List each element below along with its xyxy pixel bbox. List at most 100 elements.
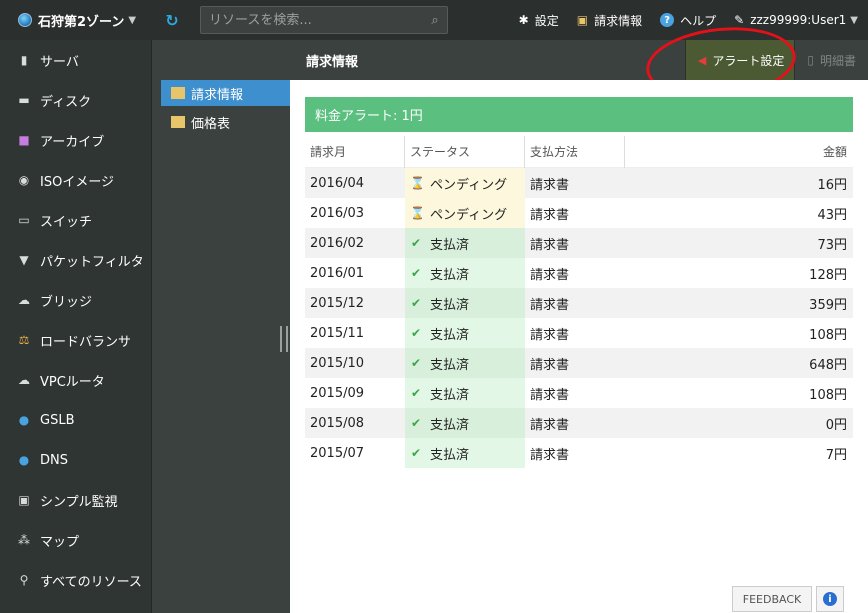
cell-method: 請求書: [530, 177, 570, 193]
search-icon[interactable]: ⌕: [423, 13, 447, 28]
caret-down-icon: ▼: [128, 14, 137, 26]
alert-settings-button[interactable]: ◀ アラート設定: [684, 40, 796, 80]
archive-icon: ■: [18, 133, 30, 147]
cell-month: 2015/11: [310, 325, 365, 341]
cell-method: 請求書: [530, 387, 570, 403]
fee-alert-banner: 料金アラート: 1円: [305, 97, 853, 132]
search-input[interactable]: [201, 7, 423, 33]
table-row[interactable]: 2015/08 ✔ 支払済 請求書 0円: [305, 408, 853, 438]
table-row[interactable]: 2015/10 ✔ 支払済 請求書 648円: [305, 348, 853, 378]
feedback-button[interactable]: FEEDBACK: [732, 586, 812, 612]
cell-method: 請求書: [530, 267, 570, 283]
sidebar-item-map[interactable]: ⁂ マップ: [0, 520, 151, 560]
table-row[interactable]: 2015/11 ✔ 支払済 請求書 108円: [305, 318, 853, 348]
sidebar-item-label: すべてのリソース: [40, 574, 142, 590]
sidebar-item-gslb[interactable]: ● GSLB: [0, 400, 151, 440]
status-label: 支払済: [430, 237, 470, 253]
billing-table: 請求月 ステータス 支払方法 金額 2016/04 ⌛ ペンディング 請求書 16円 20…: [305, 135, 853, 468]
billing-link[interactable]: ▣ 請求情報: [577, 12, 642, 29]
switch-icon: ▭: [18, 213, 30, 227]
sidebar-item-label: サーバ: [40, 54, 79, 70]
sidebar-item-label: スイッチ: [40, 214, 93, 230]
user-menu[interactable]: ✎ zzz99999:User1 ▼: [734, 13, 858, 27]
status-label: 支払済: [430, 387, 470, 403]
check-icon: ✔: [410, 446, 422, 460]
sidebar-item-packet-filter[interactable]: ▼ パケットフィルタ: [0, 240, 151, 280]
top-bar: 石狩第2ゾーン ▼ ↻ ⌕ ✱ 設定 ▣ 請求情報 ? ヘルプ ✎ zzz999…: [0, 0, 868, 40]
filter-icon: ▼: [19, 253, 29, 267]
help-link[interactable]: ? ヘルプ: [660, 12, 716, 29]
table-row[interactable]: 2015/12 ✔ 支払済 請求書 359円: [305, 288, 853, 318]
main-content: 料金アラート: 1円 請求月 ステータス 支払方法 金額 2016/04 ⌛ ペンデ…: [290, 80, 868, 613]
cell-amount: 7円: [825, 447, 847, 463]
cell-method: 請求書: [530, 237, 570, 253]
table-row[interactable]: 2016/03 ⌛ ペンディング 請求書 43円: [305, 198, 853, 228]
check-icon: ✔: [410, 326, 422, 340]
cell-amount: 128円: [809, 267, 847, 283]
statement-label: 明細書: [819, 53, 856, 68]
table-row[interactable]: 2016/02 ✔ 支払済 請求書 73円: [305, 228, 853, 258]
sidebar-item-bridge[interactable]: ☁ ブリッジ: [0, 280, 151, 320]
globe-icon: [18, 13, 32, 27]
table-row[interactable]: 2016/04 ⌛ ペンディング 請求書 16円: [305, 168, 853, 198]
sidebar-item-label: パケットフィルタ: [40, 254, 144, 270]
table-row[interactable]: 2015/07 ✔ 支払済 請求書 7円: [305, 438, 853, 468]
settings-link[interactable]: ✱ 設定: [519, 12, 559, 29]
sidebar-item-server[interactable]: ▮ サーバ: [0, 40, 151, 80]
sidebar-item-label: ロードバランサ: [40, 334, 132, 350]
cell-method: 請求書: [530, 357, 570, 373]
sidebar-item-load-balancer[interactable]: ⚖ ロードバランサ: [0, 320, 151, 360]
subnav-item-billing[interactable]: 請求情報: [161, 80, 291, 106]
cell-amount: 108円: [809, 327, 847, 343]
status-label: ペンディング: [430, 177, 508, 193]
status-label: 支払済: [430, 417, 470, 433]
sidebar-item-vpc-router[interactable]: ☁ VPCルータ: [0, 360, 151, 400]
sidebar-item-label: ディスク: [40, 94, 92, 110]
column-header-method[interactable]: 支払方法: [525, 135, 625, 168]
status-label: ペンディング: [430, 207, 508, 223]
sidebar-item-all-resources[interactable]: ⚲ すべてのリソース: [0, 560, 151, 600]
sidebar-item-iso[interactable]: ◉ ISOイメージ: [0, 160, 151, 200]
user-label: zzz99999:User1: [750, 13, 847, 27]
server-icon: ▮: [20, 53, 28, 67]
pen-icon: ✎: [734, 13, 745, 27]
cell-month: 2015/07: [310, 445, 365, 461]
sidebar-item-label: マップ: [40, 534, 80, 550]
disk-icon: ▬: [18, 93, 30, 107]
billing-label: 請求情報: [594, 13, 643, 28]
column-header-amount[interactable]: 金額: [625, 136, 853, 168]
check-icon: ✔: [410, 296, 422, 310]
sidebar-item-label: シンプル監視: [40, 494, 118, 510]
zone-selector[interactable]: 石狩第2ゾーン ▼: [0, 0, 152, 40]
header-actions: ◀ アラート設定 ▯ 明細書: [684, 40, 868, 80]
sidebar-item-simple-monitor[interactable]: ▣ シンプル監視: [0, 480, 151, 520]
cell-month: 2015/12: [310, 295, 365, 311]
hourglass-icon: ⌛: [410, 206, 425, 220]
info-button[interactable]: i: [816, 586, 844, 612]
subnav-item-label: 請求情報: [191, 87, 244, 103]
cell-month: 2016/02: [310, 235, 365, 251]
status-label: 支払済: [430, 297, 470, 313]
cell-status: ✔ 支払済: [405, 378, 525, 408]
status-label: 支払済: [430, 267, 470, 283]
sidebar-item-archive[interactable]: ■ アーカイブ: [0, 120, 151, 160]
resize-handle[interactable]: [280, 326, 288, 352]
sidebar-item-dns[interactable]: ● DNS: [0, 440, 151, 480]
cell-method: 請求書: [530, 447, 570, 463]
column-header-month[interactable]: 請求月: [305, 135, 405, 168]
cell-status: ⌛ ペンディング: [405, 198, 525, 228]
subnav-item-price-list[interactable]: 価格表: [161, 109, 291, 135]
info-icon: i: [823, 592, 837, 606]
table-row[interactable]: 2016/01 ✔ 支払済 請求書 128円: [305, 258, 853, 288]
alert-settings-label: アラート設定: [712, 53, 785, 68]
column-header-status[interactable]: ステータス: [405, 135, 525, 168]
sidebar-item-label: ISOイメージ: [40, 174, 115, 190]
sidebar-item-disk[interactable]: ▬ ディスク: [0, 80, 151, 120]
sidebar-item-label: DNS: [40, 452, 68, 468]
table-row[interactable]: 2015/09 ✔ 支払済 請求書 108円: [305, 378, 853, 408]
refresh-icon[interactable]: ↻: [162, 10, 182, 30]
statement-button[interactable]: ▯ 明細書: [795, 40, 868, 80]
sidebar-item-label: アーカイブ: [40, 134, 105, 150]
cell-amount: 73円: [817, 237, 847, 253]
sidebar-item-switch[interactable]: ▭ スイッチ: [0, 200, 151, 240]
